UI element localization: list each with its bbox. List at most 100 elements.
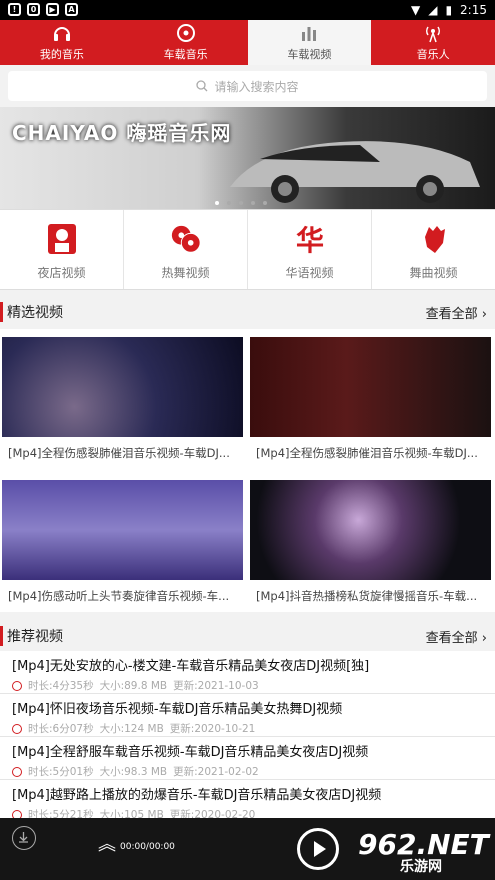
tab-label: 车载视频 bbox=[287, 48, 332, 61]
duration: 时长:6分07秒 bbox=[28, 723, 94, 735]
clock-icon bbox=[12, 680, 22, 691]
banner-title: CHAIYAO 嗨瑶音乐网 bbox=[12, 121, 232, 145]
video-card[interactable]: [Mp4]伤感动听上头节奏旋律音乐视频-车... bbox=[0, 472, 243, 612]
video-meta: 时长:5分01秒 大小:98.3 MB 更新:2021-02-02 bbox=[12, 764, 483, 779]
clock-icon bbox=[12, 809, 22, 818]
search-icon bbox=[196, 80, 208, 92]
category-label: 热舞视频 bbox=[161, 266, 210, 280]
carousel-dot[interactable] bbox=[227, 201, 231, 205]
size: 大小:98.3 MB bbox=[99, 766, 168, 778]
featured-header: 精选视频 查看全部 › bbox=[0, 297, 495, 327]
battery-icon: ▮ bbox=[445, 3, 453, 17]
featured-grid: [Mp4]全程伤感裂肺催泪音乐视频-车载DJ... [Mp4]全程伤感裂肺催泪音… bbox=[0, 329, 495, 612]
carousel-dot[interactable] bbox=[215, 201, 219, 205]
notification-icon: ▶ bbox=[46, 3, 59, 16]
notification-icon: ! bbox=[8, 3, 21, 16]
notification-icon: 0 bbox=[27, 3, 40, 16]
category-label: 华语视频 bbox=[285, 266, 334, 280]
video-card[interactable]: [Mp4]抖音热播榜私货旋律慢摇音乐-车载... bbox=[248, 472, 491, 612]
category-hot-dance[interactable]: 热舞视频 bbox=[124, 210, 248, 289]
nightclub-icon bbox=[46, 222, 78, 256]
size: 大小:124 MB bbox=[99, 723, 164, 735]
duration: 时长:4分35秒 bbox=[28, 680, 94, 692]
video-meta: 时长:4分35秒 大小:89.8 MB 更新:2021-10-03 bbox=[12, 678, 483, 693]
play-button[interactable] bbox=[297, 828, 339, 870]
carousel-dot[interactable] bbox=[263, 201, 267, 205]
banner-carousel[interactable]: CHAIYAO 嗨瑶音乐网 bbox=[0, 107, 495, 209]
top-tabs: 我的音乐 车载音乐 车载视频 音乐人 bbox=[0, 20, 495, 65]
recommend-list: [Mp4]无处安放的心-楼文建-车载音乐精品美女夜店DJ视频[独] 时长:4分3… bbox=[0, 651, 495, 818]
status-bar: ! 0 ▶ A ▼ ◢ ▮ 2:15 bbox=[0, 0, 495, 20]
watermark-subtitle: 乐游网 bbox=[400, 859, 442, 875]
video-title: [Mp4]怀旧夜场音乐视频-车载DJ音乐精品美女热舞DJ视频 bbox=[12, 702, 343, 717]
size: 大小:89.8 MB bbox=[99, 680, 168, 692]
video-thumbnail bbox=[2, 480, 243, 580]
video-caption: [Mp4]全程伤感裂肺催泪音乐视频-车载DJ... bbox=[8, 446, 230, 460]
tab-label: 我的音乐 bbox=[39, 48, 84, 61]
tab-car-video[interactable]: 车载视频 bbox=[247, 20, 372, 65]
play-icon bbox=[314, 841, 326, 857]
tab-my-music[interactable]: 我的音乐 bbox=[0, 20, 124, 65]
clock-icon bbox=[12, 723, 22, 734]
video-meta: 时长:6分07秒 大小:124 MB 更新:2020-10-21 bbox=[12, 721, 483, 736]
video-title: [Mp4]越野路上播放的劲爆音乐-车载DJ音乐精品美女夜店DJ视频 bbox=[12, 788, 382, 803]
tab-car-music[interactable]: 车载音乐 bbox=[124, 20, 248, 65]
category-chinese[interactable]: 华 华语视频 bbox=[248, 210, 372, 289]
tab-label: 车载音乐 bbox=[163, 48, 208, 61]
headphones-icon bbox=[53, 27, 70, 41]
svg-text:华: 华 bbox=[295, 224, 323, 255]
section-accent bbox=[0, 626, 3, 646]
section-title: 推荐视频 bbox=[7, 629, 63, 645]
clock-time: 2:15 bbox=[460, 3, 487, 17]
list-item[interactable]: [Mp4]无处安放的心-楼文建-车载音乐精品美女夜店DJ视频[独] 时长:4分3… bbox=[0, 651, 495, 694]
size: 大小:105 MB bbox=[99, 809, 164, 818]
video-title: [Mp4]无处安放的心-楼文建-车载音乐精品美女夜店DJ视频[独] bbox=[12, 659, 370, 674]
section-title: 精选视频 bbox=[7, 305, 63, 321]
discs-icon bbox=[170, 222, 202, 256]
updated: 更新:2021-02-02 bbox=[173, 766, 259, 778]
bar-chart-icon bbox=[302, 27, 317, 41]
category-dance-music[interactable]: 舞曲视频 bbox=[372, 210, 495, 289]
video-caption: [Mp4]抖音热播榜私货旋律慢摇音乐-车载... bbox=[256, 589, 478, 603]
view-all-link[interactable]: 查看全部 › bbox=[426, 627, 487, 646]
duration: 时长:5分21秒 bbox=[28, 809, 94, 818]
video-title: [Mp4]全程舒服车载音乐视频-车载DJ音乐精品美女夜店DJ视频 bbox=[12, 745, 369, 760]
updated: 更新:2020-10-21 bbox=[169, 723, 256, 735]
player-bar: ︽ 00:00/00:00 962.NET 乐游网 bbox=[0, 818, 495, 880]
carousel-dots bbox=[215, 201, 267, 205]
video-meta: 时长:5分21秒 大小:105 MB 更新:2020-02-20 bbox=[12, 807, 483, 818]
updated: 更新:2020-02-20 bbox=[169, 809, 256, 818]
video-thumbnail bbox=[2, 337, 243, 437]
video-card[interactable]: [Mp4]全程伤感裂肺催泪音乐视频-车载DJ... bbox=[0, 329, 243, 469]
category-label: 夜店视频 bbox=[37, 266, 86, 280]
fist-icon bbox=[418, 222, 450, 256]
search-input[interactable]: 请输入搜索内容 bbox=[8, 71, 487, 101]
clock-icon bbox=[12, 766, 22, 777]
updated: 更新:2021-10-03 bbox=[173, 680, 259, 692]
broadcast-icon bbox=[426, 26, 441, 43]
tab-musician[interactable]: 音乐人 bbox=[371, 20, 495, 65]
search-bar: 请输入搜索内容 bbox=[0, 65, 495, 107]
list-item[interactable]: [Mp4]怀旧夜场音乐视频-车载DJ音乐精品美女热舞DJ视频 时长:6分07秒 … bbox=[0, 694, 495, 737]
video-caption: [Mp4]全程伤感裂肺催泪音乐视频-车载DJ... bbox=[256, 446, 478, 460]
category-nightclub[interactable]: 夜店视频 bbox=[0, 210, 124, 289]
view-all-link[interactable]: 查看全部 › bbox=[426, 303, 487, 322]
carousel-dot[interactable] bbox=[251, 201, 255, 205]
duration: 时长:5分01秒 bbox=[28, 766, 94, 778]
disc-icon bbox=[176, 24, 195, 42]
recommend-header: 推荐视频 查看全部 › bbox=[0, 621, 495, 651]
video-thumbnail bbox=[250, 480, 491, 580]
list-item[interactable]: [Mp4]越野路上播放的劲爆音乐-车载DJ音乐精品美女夜店DJ视频 时长:5分2… bbox=[0, 780, 495, 818]
video-card[interactable]: [Mp4]全程伤感裂肺催泪音乐视频-车载DJ... bbox=[248, 329, 491, 469]
video-thumbnail bbox=[250, 337, 491, 437]
list-item[interactable]: [Mp4]全程舒服车载音乐视频-车载DJ音乐精品美女夜店DJ视频 时长:5分01… bbox=[0, 737, 495, 780]
tab-label: 音乐人 bbox=[416, 48, 450, 61]
expand-up-icon[interactable]: ︽ bbox=[98, 836, 116, 854]
hua-character-icon: 华 bbox=[294, 222, 326, 256]
section-accent bbox=[0, 302, 3, 322]
wifi-icon: ▼ bbox=[410, 3, 421, 17]
download-icon[interactable] bbox=[12, 826, 36, 850]
playback-time: 00:00/00:00 bbox=[120, 842, 175, 852]
carousel-dot[interactable] bbox=[239, 201, 243, 205]
category-label: 舞曲视频 bbox=[409, 266, 458, 280]
